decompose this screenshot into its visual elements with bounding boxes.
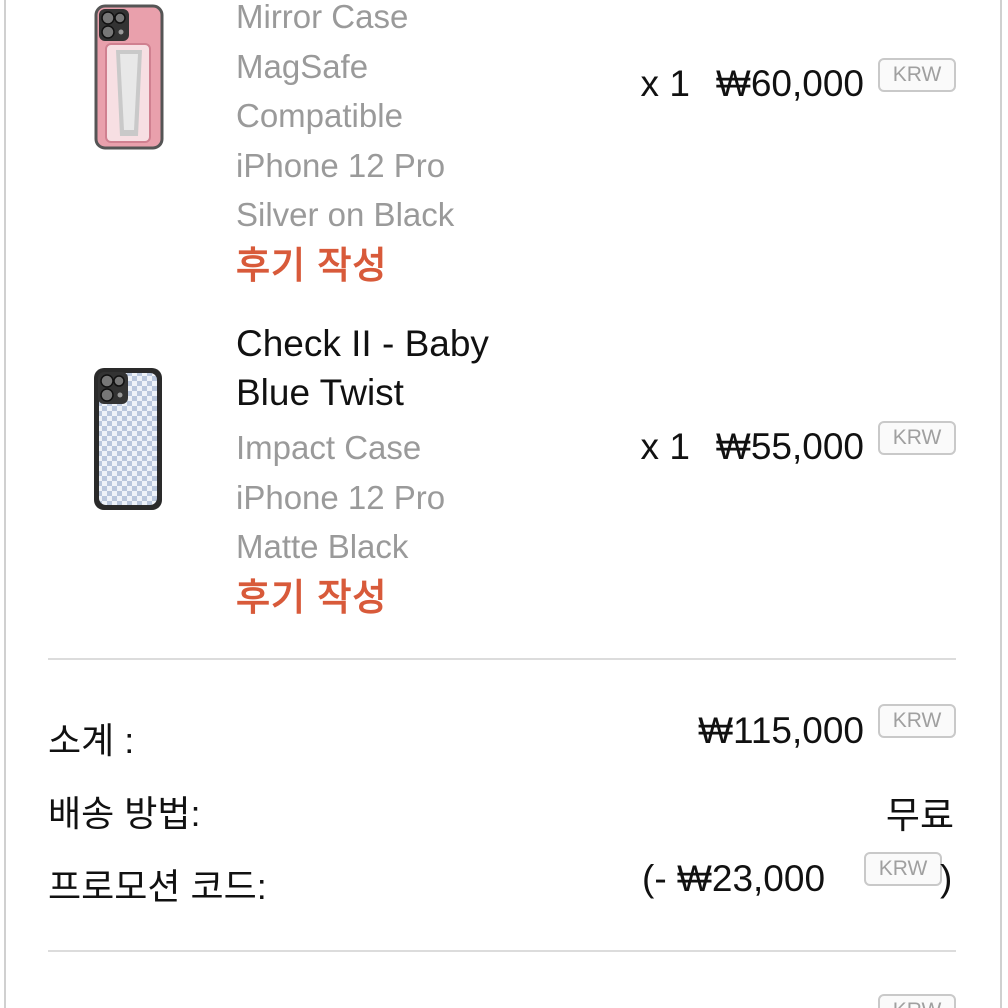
currency-badge: KRW	[878, 704, 956, 738]
product-thumbnail-check-case[interactable]	[92, 366, 162, 514]
item-price: ₩60,000	[715, 63, 864, 104]
item-detail-line: Matte Black	[236, 528, 409, 565]
item-title-line[interactable]: Blue Twist	[236, 368, 489, 417]
item-detail-line: iPhone 12 Pro	[236, 478, 446, 516]
currency-badge: KRW	[878, 58, 956, 92]
panel-border-left	[4, 0, 6, 1008]
subtotal-value: ₩115,000	[698, 710, 864, 751]
item-price: ₩55,000	[715, 426, 864, 467]
item-quantity: x 1	[640, 426, 690, 467]
promo-discount: (- ₩23,000	[642, 858, 825, 900]
promo-suffix: )	[940, 858, 953, 899]
shipping-value: 무료	[885, 795, 954, 836]
item-detail-line: Mirror Case	[236, 0, 409, 35]
currency-badge: KRW	[878, 994, 956, 1008]
promo-prefix: (-	[642, 858, 667, 899]
subtotal-label: 소계 :	[48, 720, 135, 761]
item-title-line[interactable]: Check II - Baby	[236, 319, 489, 368]
write-review-link[interactable]: 후기 작성	[236, 572, 489, 624]
item-quantity: x 1	[640, 63, 690, 104]
order-summary-page: Mirror Case MagSafe Compatible iPhone 12…	[0, 0, 1008, 1008]
promo-code-label: 프로모션 코드:	[48, 866, 267, 907]
item-qty-price-2: x 1 ₩55,000	[641, 426, 864, 468]
section-divider	[48, 950, 956, 952]
item-qty-price-1: x 1 ₩60,000	[641, 63, 864, 105]
item-detail-line: iPhone 12 Pro	[236, 146, 446, 184]
section-divider	[48, 658, 956, 660]
item-detail-line: Impact Case	[236, 429, 422, 466]
item-detail-line: Silver on Black	[236, 196, 455, 233]
currency-badge: KRW	[878, 421, 956, 455]
item-detail-line: MagSafe	[236, 47, 369, 85]
promo-value: ₩23,000	[676, 858, 826, 899]
item-detail-line: Compatible	[236, 97, 403, 134]
pink-mirror-phone-case-icon	[94, 4, 164, 150]
currency-badge: KRW	[864, 852, 942, 886]
item-details-2: Check II - Baby Blue Twist Impact Case i…	[236, 319, 489, 624]
shipping-label: 배송 방법:	[48, 793, 201, 834]
panel-border-right	[1000, 0, 1002, 1008]
write-review-link[interactable]: 후기 작성	[236, 240, 454, 292]
product-thumbnail-mirror-case[interactable]	[94, 4, 164, 152]
item-details-1: Mirror Case MagSafe Compatible iPhone 12…	[236, 0, 454, 292]
blue-check-phone-case-icon	[94, 368, 162, 510]
